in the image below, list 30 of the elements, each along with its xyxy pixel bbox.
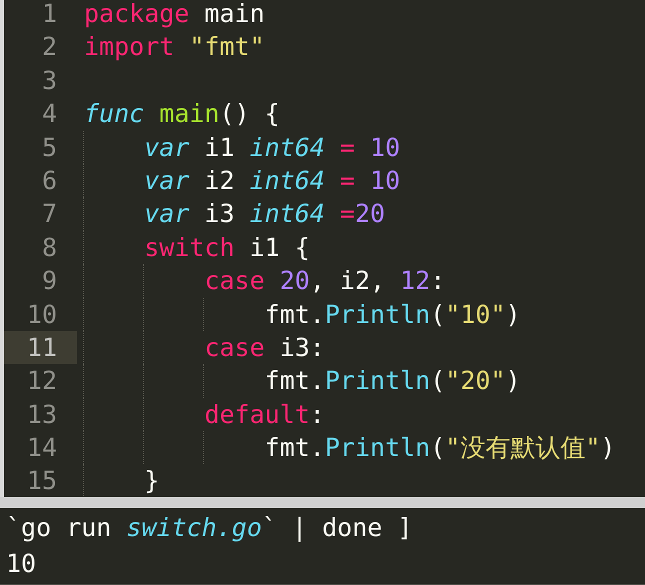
line-number: 13 xyxy=(26,400,57,429)
line-number: 9 xyxy=(42,266,57,296)
output-line: 10 xyxy=(6,549,36,578)
code-line: var i1 int64 = 10 xyxy=(84,132,400,162)
line-number: 6 xyxy=(42,166,57,195)
code-line: import "fmt" xyxy=(84,32,265,62)
code-line: func main() { xyxy=(84,99,280,128)
line-number: 15 xyxy=(26,466,57,496)
code-line: package main xyxy=(84,0,265,28)
line-number: 14 xyxy=(26,433,57,462)
code-line: var i2 int64 = 10 xyxy=(84,166,400,195)
line-number: 11 xyxy=(26,332,57,362)
line-number: 8 xyxy=(42,232,57,262)
line-number: 5 xyxy=(42,132,57,162)
code-line: case 20, i2, 12: xyxy=(84,266,446,296)
line-number: 10 xyxy=(26,300,57,329)
line-number: 1 xyxy=(42,0,57,28)
code-line: fmt.Println("20") xyxy=(84,366,521,396)
code-line: case i3: xyxy=(84,332,325,362)
output-line: `go run switch.go` | done ] xyxy=(6,513,412,542)
code-line: fmt.Println("没有默认值") xyxy=(84,433,616,462)
line-number: 12 xyxy=(26,366,57,396)
code-line: var i3 int64 =20 xyxy=(84,199,386,228)
line-number: 4 xyxy=(42,99,57,128)
line-number: 7 xyxy=(42,199,57,228)
code-line: fmt.Println("10") xyxy=(84,300,521,329)
line-number: 3 xyxy=(42,66,57,95)
line-number: 2 xyxy=(42,32,57,62)
code-line: default: xyxy=(84,400,325,429)
code-line: switch i1 { xyxy=(84,232,310,262)
